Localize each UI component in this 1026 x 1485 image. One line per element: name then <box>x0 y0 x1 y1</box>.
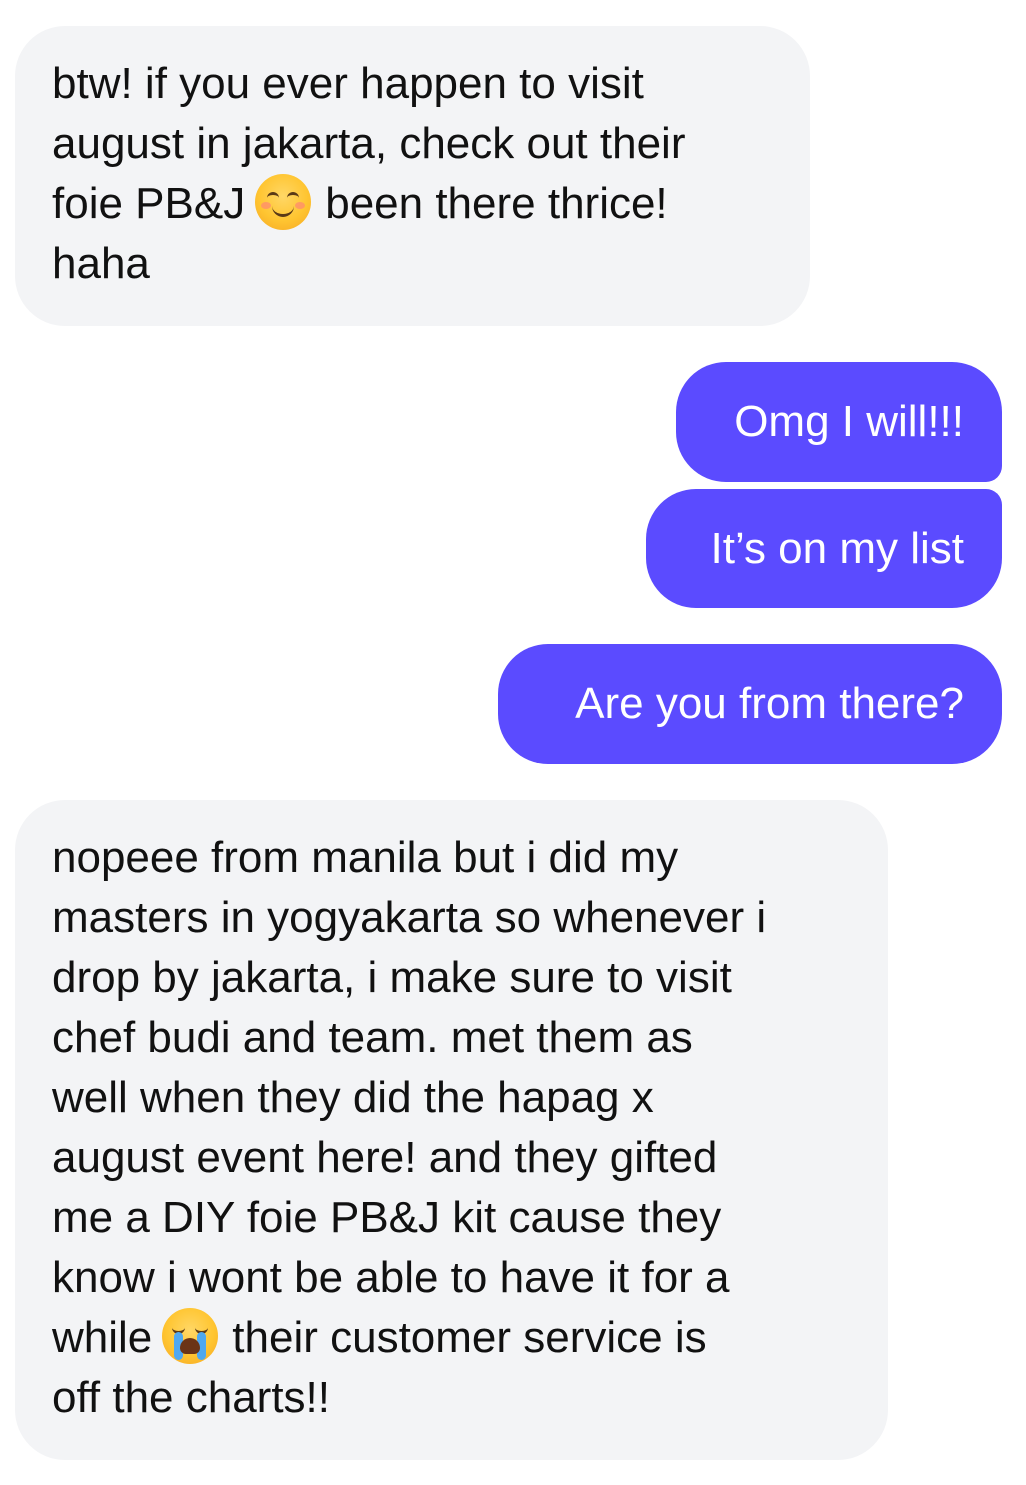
loudly-crying-face-icon <box>162 1308 219 1364</box>
outgoing-message-bubble[interactable]: Omg I will!!! <box>676 362 1002 482</box>
outgoing-message-bubble[interactable]: It’s on my list <box>646 489 1002 608</box>
outgoing-message-bubble[interactable]: Are you from there? <box>498 644 1002 764</box>
message-text: It’s on my list <box>710 524 964 573</box>
message-text: nopeee from manila but i did my masters … <box>52 833 767 1362</box>
incoming-message-bubble[interactable]: btw! if you ever happen to visit august … <box>15 26 810 326</box>
chat-thread: btw! if you ever happen to visit august … <box>0 0 1026 1485</box>
message-text: Omg I will!!! <box>734 397 964 446</box>
incoming-message-bubble[interactable]: nopeee from manila but i did my masters … <box>15 800 888 1460</box>
message-text: Are you from there? <box>575 679 964 728</box>
smiling-face-icon <box>255 174 312 230</box>
